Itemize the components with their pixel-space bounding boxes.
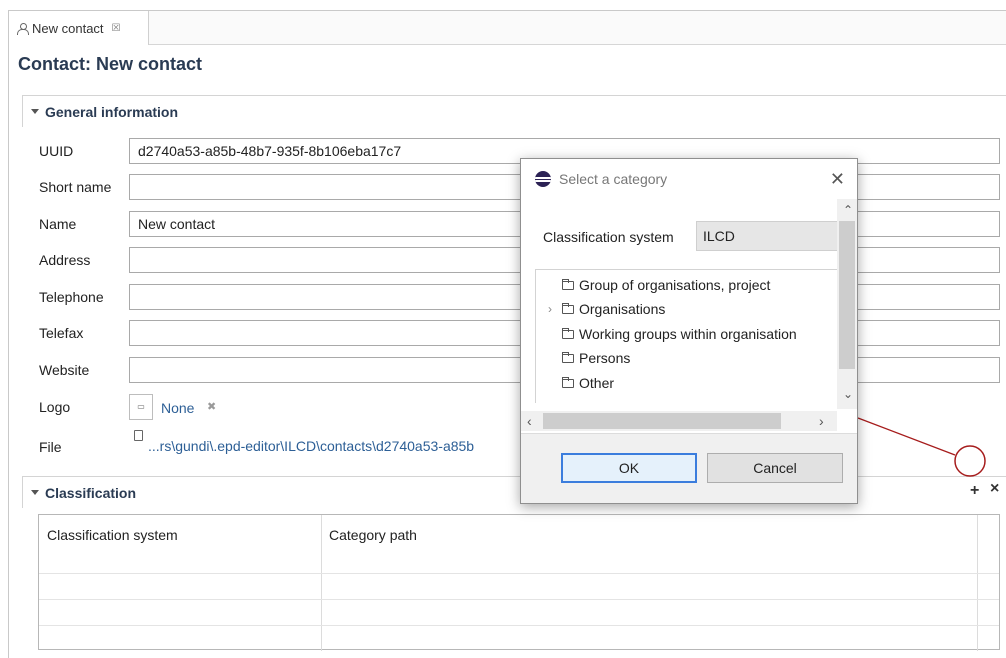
classification-system-combo[interactable]: ILCD	[696, 221, 838, 251]
dialog-title-bar[interactable]: Select a category	[521, 159, 857, 199]
scroll-up-icon[interactable]: ⌃	[843, 203, 853, 217]
vertical-scroll-thumb[interactable]	[839, 221, 855, 369]
tree-item-label: Organisations	[579, 301, 666, 317]
expand-chevron-icon[interactable]: ›	[538, 302, 562, 316]
tree-item[interactable]: Persons	[548, 347, 630, 369]
horizontal-scroll-thumb[interactable]	[543, 413, 781, 429]
folder-icon	[562, 278, 574, 290]
folder-icon	[562, 302, 574, 314]
dialog-footer-divider	[521, 433, 857, 434]
scroll-right-icon[interactable]: ›	[819, 413, 824, 429]
tree-item[interactable]: › Organisations	[538, 298, 665, 320]
tree-item-label: Persons	[579, 350, 631, 366]
scroll-left-icon[interactable]: ‹	[527, 413, 532, 429]
select-category-dialog: Select a category ✕ Classification syste…	[520, 158, 858, 504]
tree-item[interactable]: Other	[548, 372, 614, 394]
cancel-button[interactable]: Cancel	[707, 453, 843, 483]
category-tree[interactable]: Group of organisations, project › Organi…	[535, 269, 837, 403]
tree-item[interactable]: Working groups within organisation	[548, 323, 797, 345]
dialog-title: Select a category	[559, 171, 668, 187]
tree-item-label: Other	[579, 375, 615, 391]
dialog-close-icon[interactable]: ✕	[830, 169, 845, 190]
tree-item-label: Working groups within organisation	[579, 326, 797, 342]
folder-icon	[562, 351, 574, 363]
eclipse-logo-icon	[535, 171, 551, 187]
tree-item-label: Group of organisations, project	[579, 277, 771, 293]
tree-item[interactable]: Group of organisations, project	[548, 274, 770, 296]
scroll-down-icon[interactable]: ⌄	[843, 387, 853, 401]
folder-icon	[562, 376, 574, 388]
classification-system-label: Classification system	[543, 229, 674, 245]
folder-icon	[562, 327, 574, 339]
ok-button[interactable]: OK	[561, 453, 697, 483]
